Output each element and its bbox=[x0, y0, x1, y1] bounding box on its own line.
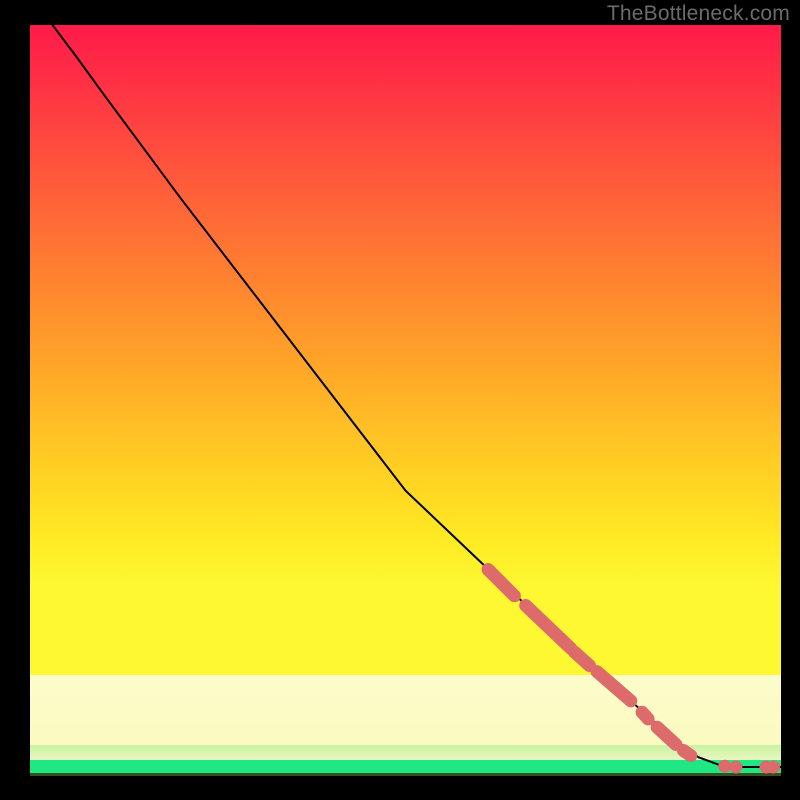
chart-stage: TheBottleneck.com bbox=[0, 0, 800, 800]
marker-point bbox=[718, 760, 731, 773]
marker-segment bbox=[597, 672, 631, 701]
marker-segment bbox=[642, 712, 648, 719]
bottleneck-curve bbox=[53, 25, 782, 767]
curve-line bbox=[53, 25, 782, 767]
marker-segment bbox=[526, 606, 571, 649]
watermark-text: TheBottleneck.com bbox=[607, 2, 790, 26]
marker-segment bbox=[575, 652, 590, 666]
chart-svg bbox=[30, 25, 781, 776]
marker-segments-group bbox=[488, 570, 691, 756]
marker-segment bbox=[488, 570, 514, 596]
marker-point bbox=[767, 761, 780, 774]
marker-segment bbox=[657, 727, 676, 744]
plot-wrapper bbox=[0, 0, 800, 800]
marker-segment bbox=[683, 751, 691, 756]
marker-point bbox=[729, 761, 742, 774]
